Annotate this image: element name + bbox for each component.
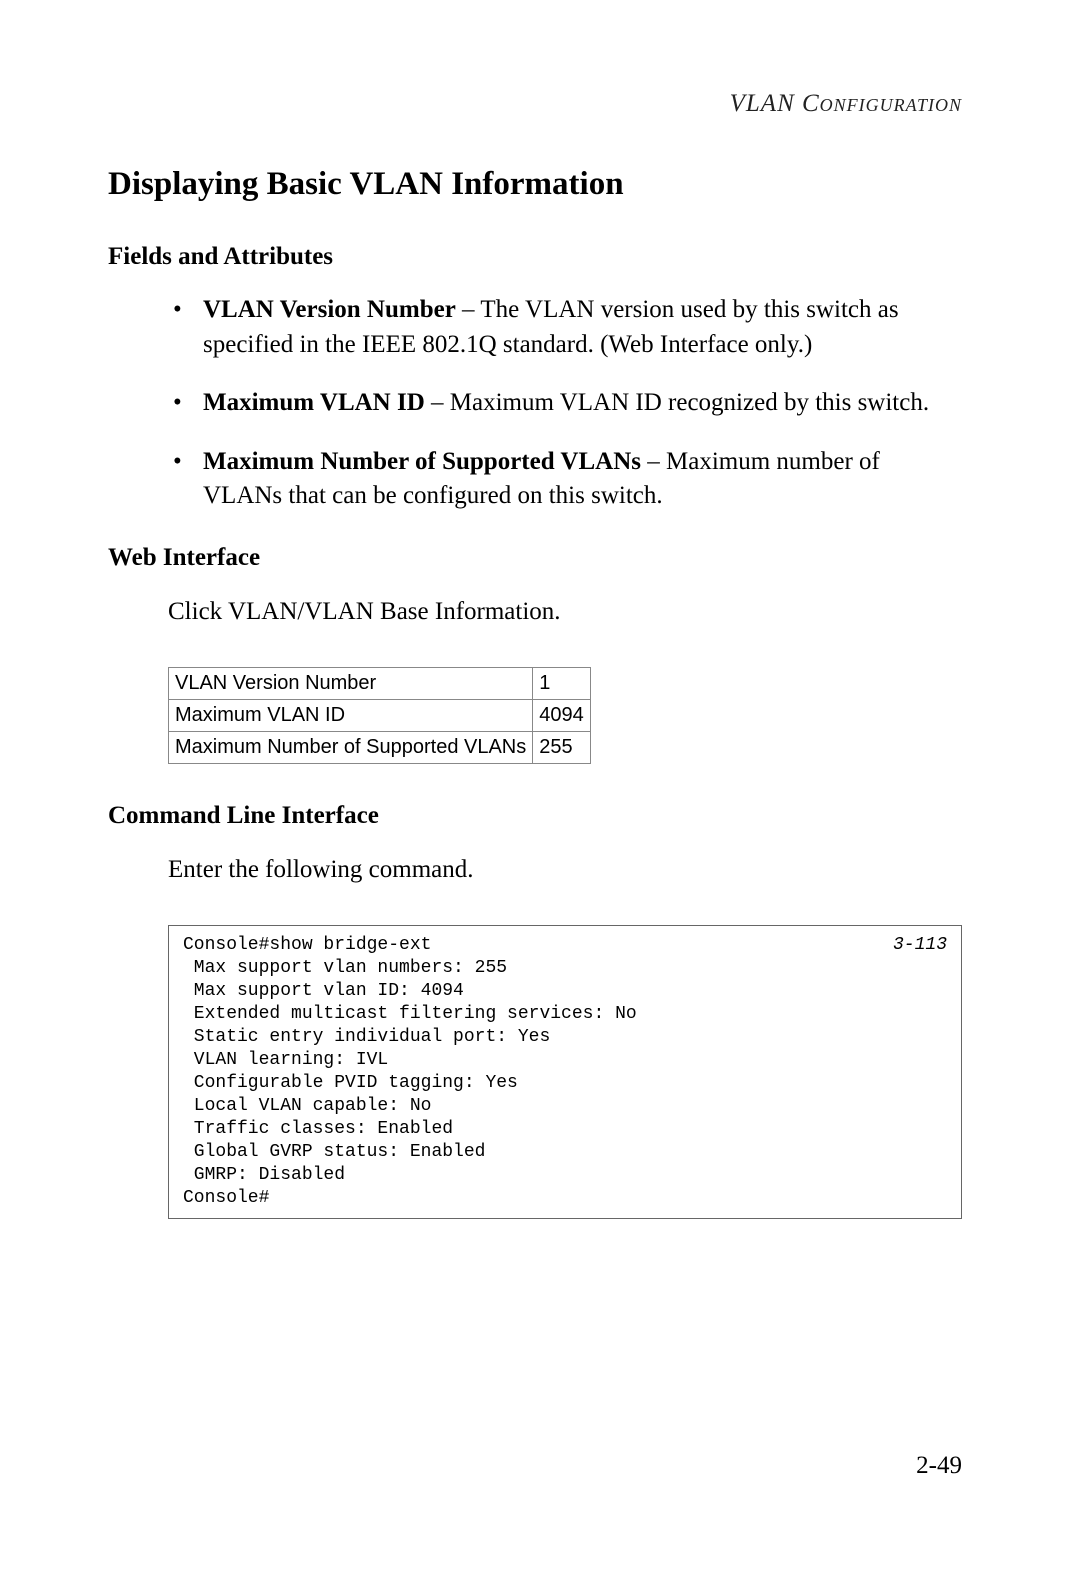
cli-output-block: 3-113 Console#show bridge-ext Max support… bbox=[168, 925, 962, 1219]
field-dash: – bbox=[425, 389, 450, 416]
table-row: Maximum VLAN ID 4094 bbox=[169, 699, 591, 731]
page-number: 2-49 bbox=[916, 1452, 962, 1480]
table-cell-value: 4094 bbox=[533, 699, 591, 731]
vlan-info-table: VLAN Version Number 1 Maximum VLAN ID 40… bbox=[168, 667, 591, 764]
info-table-wrap: VLAN Version Number 1 Maximum VLAN ID 40… bbox=[108, 667, 962, 764]
table-row: Maximum Number of Supported VLANs 255 bbox=[169, 731, 591, 763]
web-intro: Click VLAN/VLAN Base Information. bbox=[108, 594, 962, 629]
table-cell-value: 1 bbox=[533, 667, 591, 699]
cli-text: Console#show bridge-ext Max support vlan… bbox=[183, 935, 637, 1208]
field-dash: – bbox=[456, 296, 481, 323]
table-cell-value: 255 bbox=[533, 731, 591, 763]
field-desc: Maximum VLAN ID recognized by this switc… bbox=[450, 389, 929, 416]
fields-list: VLAN Version Number – The VLAN version u… bbox=[108, 293, 962, 514]
running-header: VLAN Configuration bbox=[108, 90, 962, 118]
field-term: Maximum VLAN ID bbox=[203, 389, 425, 416]
table-row: VLAN Version Number 1 bbox=[169, 667, 591, 699]
section-title: Displaying Basic VLAN Information bbox=[108, 166, 962, 203]
cli-intro: Enter the following command. bbox=[108, 852, 962, 887]
table-cell-label: Maximum VLAN ID bbox=[169, 699, 533, 731]
table-cell-label: VLAN Version Number bbox=[169, 667, 533, 699]
cli-reference: 3-113 bbox=[893, 934, 947, 957]
list-item: Maximum Number of Supported VLANs – Maxi… bbox=[203, 445, 962, 514]
field-term: Maximum Number of Supported VLANs bbox=[203, 448, 641, 475]
field-term: VLAN Version Number bbox=[203, 296, 456, 323]
web-heading: Web Interface bbox=[108, 544, 962, 572]
fields-heading: Fields and Attributes bbox=[108, 243, 962, 271]
list-item: Maximum VLAN ID – Maximum VLAN ID recogn… bbox=[203, 386, 962, 421]
table-cell-label: Maximum Number of Supported VLANs bbox=[169, 731, 533, 763]
field-dash: – bbox=[641, 448, 666, 475]
cli-heading: Command Line Interface bbox=[108, 802, 962, 830]
page-content: VLAN Configuration Displaying Basic VLAN… bbox=[0, 0, 1080, 1219]
list-item: VLAN Version Number – The VLAN version u… bbox=[203, 293, 962, 362]
